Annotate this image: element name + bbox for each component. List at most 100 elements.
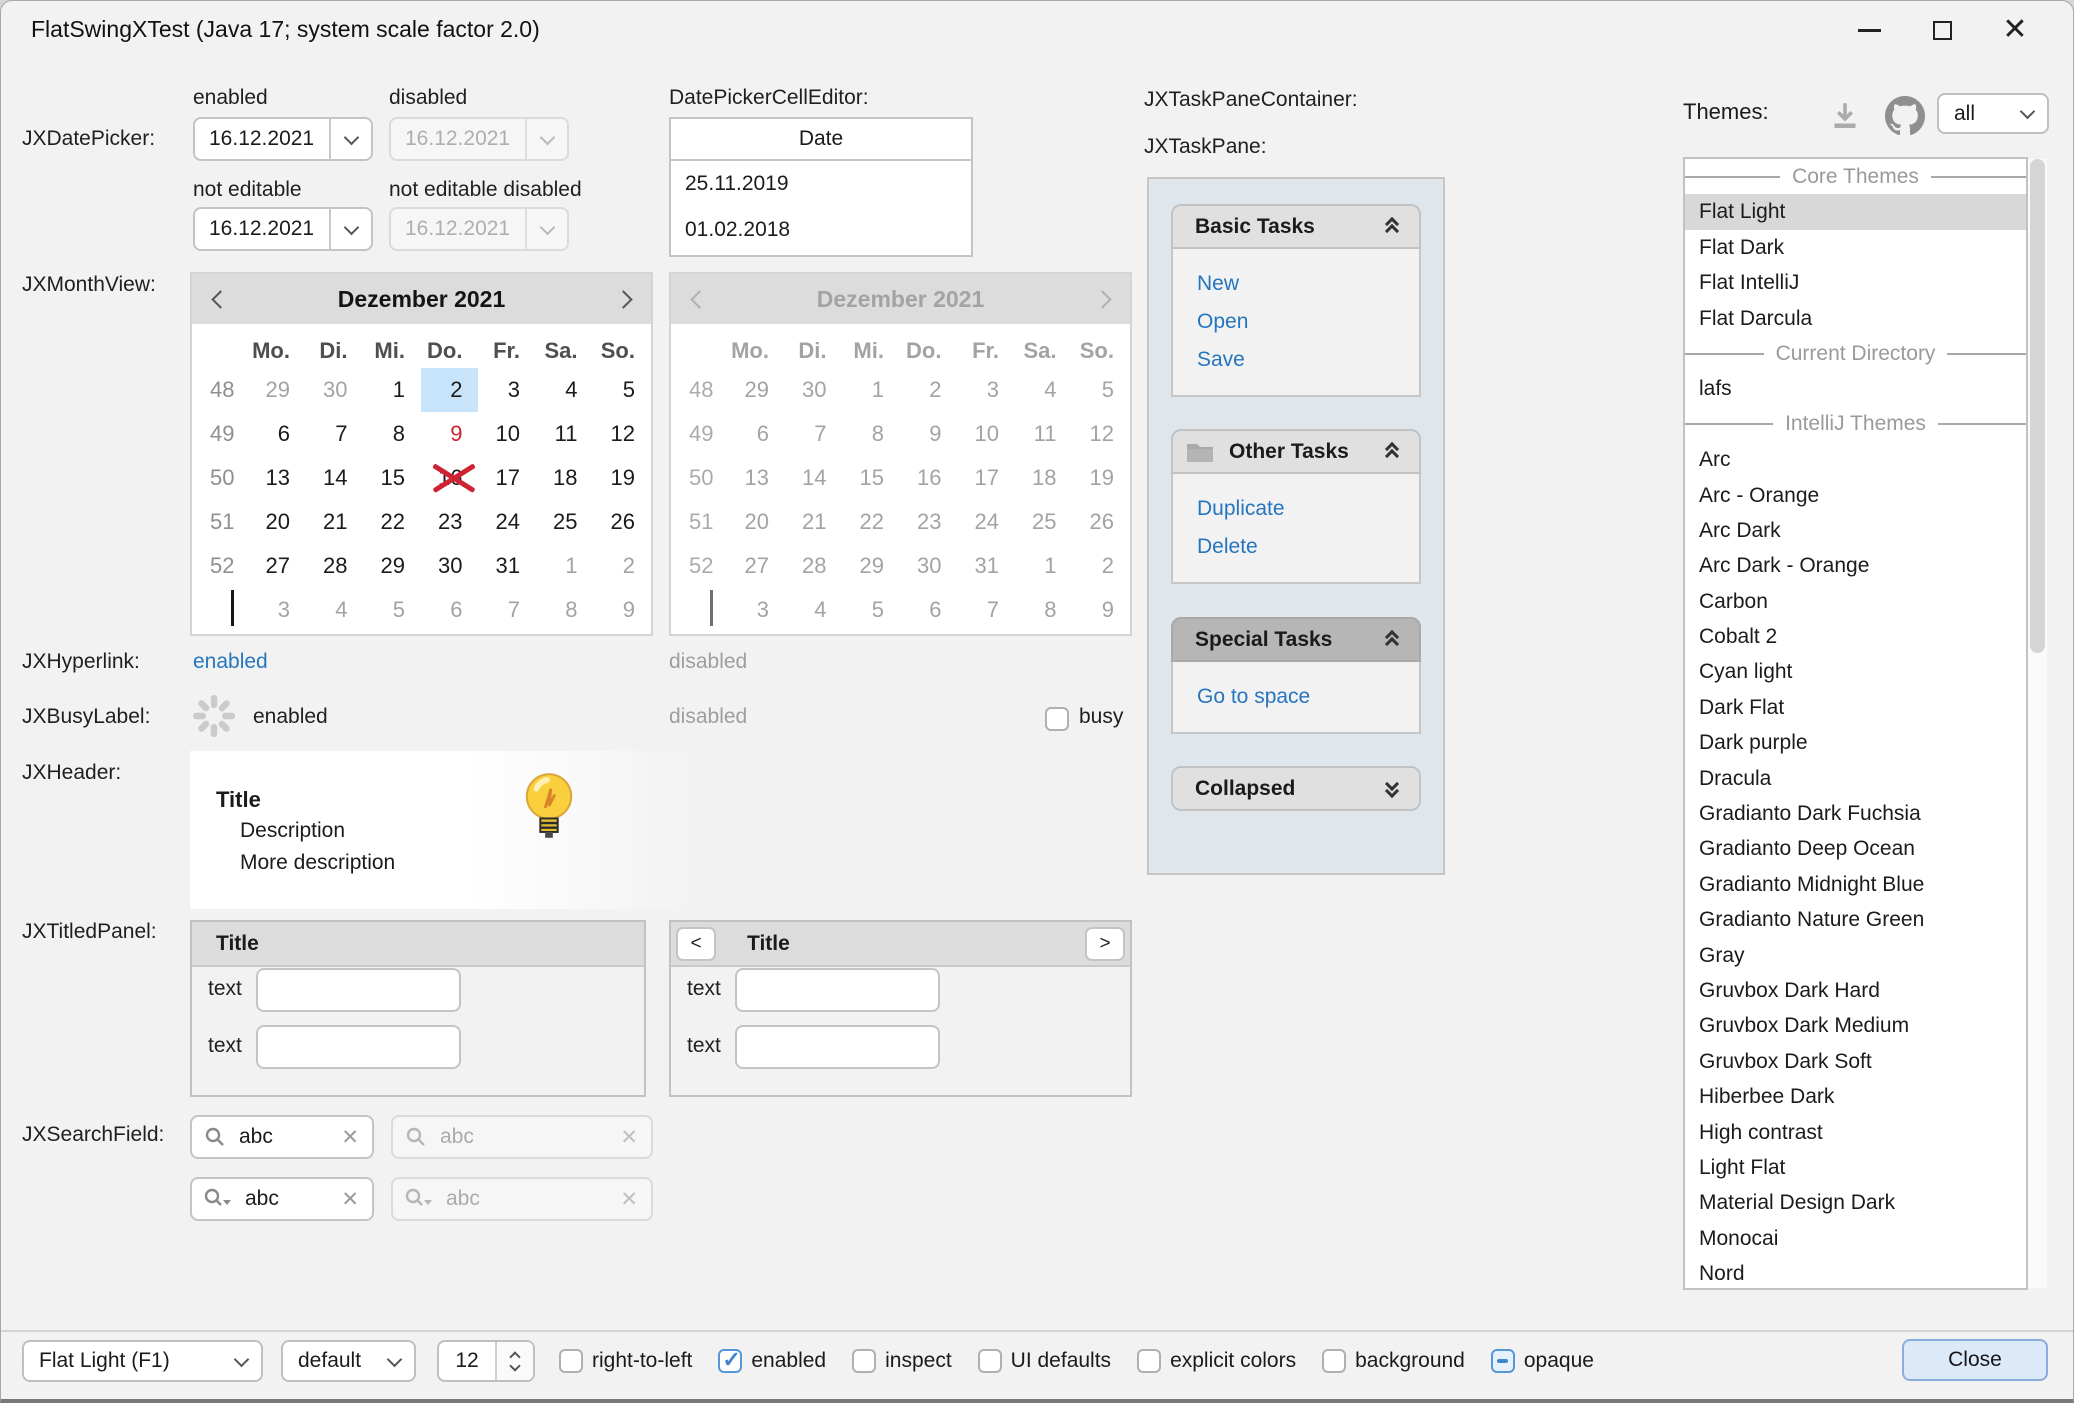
download-icon[interactable] [1827,98,1863,134]
prev-button[interactable]: < [676,927,716,961]
datepicker-noteditable[interactable]: 16.12.2021 [193,207,373,251]
calendar-day[interactable]: 3 [248,588,306,632]
busy-checkbox-label[interactable]: busy [1079,705,1123,729]
searchfield-dropdown-enabled[interactable]: abc ✕ [190,1177,374,1221]
calendar-day[interactable]: 9 [593,588,651,632]
theme-item[interactable]: Flat Dark [1685,230,2026,265]
text-input[interactable] [735,968,940,1012]
calendar-day[interactable]: 5 [593,368,651,412]
prev-month-button[interactable] [192,293,248,306]
taskpane-header[interactable]: Collapsed [1171,766,1421,811]
calendar-day[interactable]: 17 [478,456,536,500]
collapse-icon[interactable] [1385,631,1401,649]
calendar-day[interactable]: 8 [536,588,594,632]
theme-item[interactable]: Dracula [1685,761,2026,796]
theme-item[interactable]: High contrast [1685,1115,2026,1150]
calendar-day[interactable]: 8 [363,412,421,456]
theme-item[interactable]: Cobalt 2 [1685,619,2026,654]
theme-item[interactable]: Gruvbox Dark Medium [1685,1008,2026,1043]
busy-checkbox[interactable] [1045,707,1069,731]
checkbox-explicit-colors[interactable]: explicit colors [1137,1349,1296,1373]
datepicker-table[interactable]: Date 25.11.201901.02.2018 [669,117,973,257]
checkbox-box[interactable] [1322,1349,1346,1373]
table-row[interactable]: 25.11.2019 [671,161,971,207]
close-window-button[interactable]: ✕ [1983,3,2047,57]
checkbox-right-to-left[interactable]: right-to-left [559,1349,692,1373]
clear-icon[interactable]: ✕ [341,1125,372,1150]
calendar-day[interactable]: 10 [478,412,536,456]
datepicker-arrow-button[interactable] [329,119,371,159]
task-link-new[interactable]: New [1173,265,1419,303]
calendar-day[interactable]: 29 [248,368,306,412]
calendar-day[interactable]: 4 [306,588,364,632]
task-link-go-to-space[interactable]: Go to space [1173,678,1419,716]
theme-item[interactable]: Gradianto Dark Fuchsia [1685,796,2026,831]
text-input[interactable] [256,968,461,1012]
calendar-day[interactable]: 23 [421,500,479,544]
checkbox-opaque[interactable]: opaque [1491,1349,1594,1373]
taskpane-header[interactable]: Basic Tasks [1171,204,1421,249]
search-input[interactable]: abc [233,1187,341,1211]
calendar-day[interactable]: 5 [363,588,421,632]
calendar-day[interactable]: 7 [306,412,364,456]
checkbox-box[interactable] [852,1349,876,1373]
theme-item[interactable]: Flat IntelliJ [1685,265,2026,300]
calendar-day[interactable]: 30 [306,368,364,412]
collapse-icon[interactable] [1385,443,1401,461]
calendar-day[interactable]: 4 [536,368,594,412]
calendar-day[interactable]: 2 [421,368,479,412]
calendar-day[interactable]: 6 [421,588,479,632]
theme-item[interactable]: Material Design Dark [1685,1185,2026,1220]
theme-item[interactable]: Flat Darcula [1685,301,2026,336]
task-link-open[interactable]: Open [1173,303,1419,341]
calendar-day[interactable]: 22 [363,500,421,544]
datepicker-value[interactable]: 16.12.2021 [195,127,329,151]
calendar-day[interactable]: 7 [478,588,536,632]
checkbox-enabled[interactable]: enabled [718,1349,826,1373]
theme-item[interactable]: Monocai [1685,1221,2026,1256]
theme-item[interactable]: Light Flat [1685,1150,2026,1185]
searchfield-enabled[interactable]: abc ✕ [190,1115,374,1159]
font-size-value[interactable]: 12 [439,1342,495,1380]
scrollbar-thumb[interactable] [2030,159,2045,653]
calendar-day[interactable]: 1 [536,544,594,588]
calendar-day[interactable]: 19 [593,456,651,500]
task-link-save[interactable]: Save [1173,341,1419,379]
calendar-day[interactable]: 24 [478,500,536,544]
hyperlink-enabled[interactable]: enabled [193,650,268,674]
theme-item[interactable]: Gruvbox Dark Soft [1685,1044,2026,1079]
theme-list[interactable]: Core ThemesFlat LightFlat DarkFlat Intel… [1683,157,2028,1290]
theme-item[interactable]: Carbon [1685,584,2026,619]
calendar-day[interactable]: 27 [248,544,306,588]
datepicker-arrow-button[interactable] [329,209,371,249]
calendar-day[interactable]: 13 [248,456,306,500]
theme-item[interactable]: Arc [1685,442,2026,477]
theme-item[interactable]: lafs [1685,371,2026,406]
checkbox-box[interactable] [1491,1349,1515,1373]
table-row[interactable]: 01.02.2018 [671,207,971,253]
theme-item[interactable]: Gradianto Midnight Blue [1685,867,2026,902]
calendar-day[interactable]: 26 [593,500,651,544]
github-icon[interactable] [1885,96,1925,136]
checkbox-inspect[interactable]: inspect [852,1349,952,1373]
next-button[interactable]: > [1085,927,1125,961]
calendar-day[interactable]: 31 [478,544,536,588]
checkbox-box[interactable] [978,1349,1002,1373]
calendar-day[interactable]: 6 [248,412,306,456]
expand-icon[interactable] [1385,780,1401,798]
theme-list-scrollbar[interactable] [2028,159,2047,1288]
checkbox-box[interactable] [1137,1349,1161,1373]
search-dropdown-icon[interactable] [203,1187,233,1211]
calendar-day[interactable]: 20 [248,500,306,544]
maximize-button[interactable] [1910,3,1974,57]
theme-item[interactable]: Gradianto Deep Ocean [1685,831,2026,866]
next-month-button[interactable] [595,293,651,306]
calendar-day[interactable]: 14 [306,456,364,500]
calendar-day[interactable]: 25 [536,500,594,544]
close-button[interactable]: Close [1902,1339,2048,1381]
calendar-day[interactable]: 30 [421,544,479,588]
theme-filter-combo[interactable]: all [1937,93,2049,134]
calendar-day[interactable]: 28 [306,544,364,588]
calendar-day[interactable]: 21 [306,500,364,544]
calendar-day[interactable]: 16 [421,456,479,500]
